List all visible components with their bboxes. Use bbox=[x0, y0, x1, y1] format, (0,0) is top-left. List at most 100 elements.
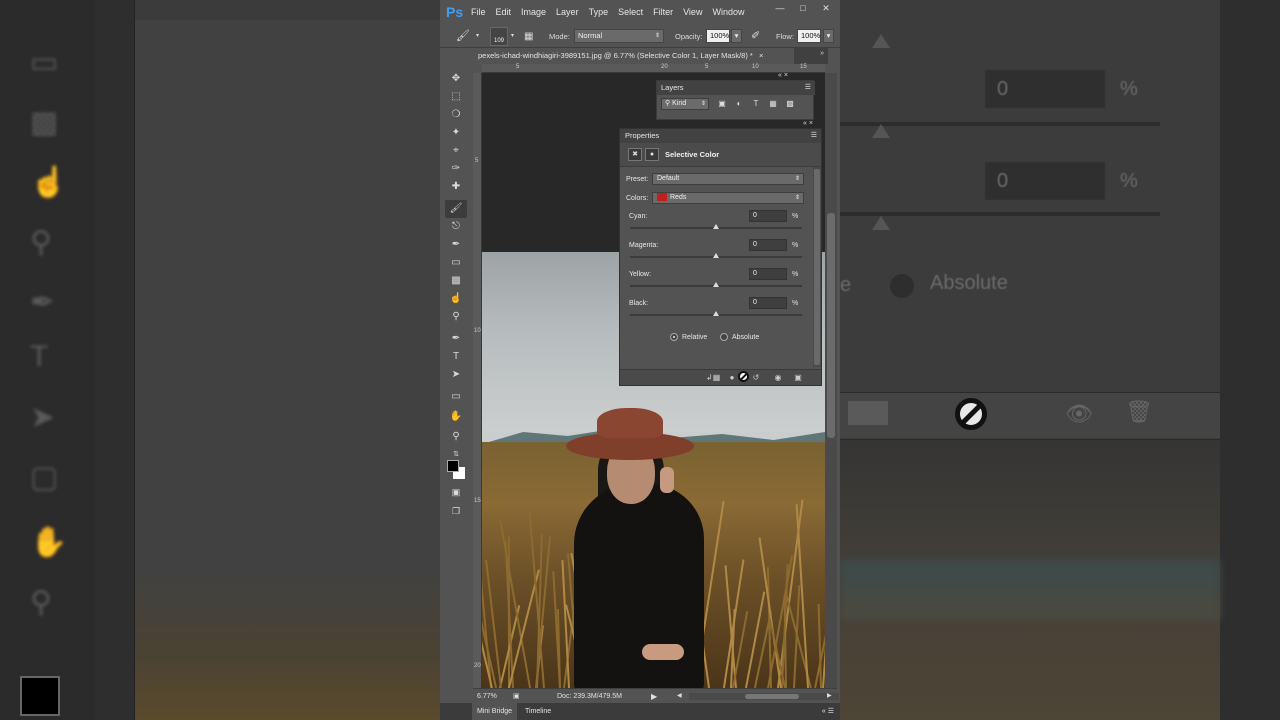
screen-mode-icon[interactable]: ❐ bbox=[445, 502, 467, 520]
trash-icon[interactable]: ▣ bbox=[792, 372, 804, 384]
absolute-radio[interactable] bbox=[720, 333, 728, 341]
colors-select[interactable]: Reds ⇕ bbox=[652, 192, 804, 204]
pressure-opacity-icon[interactable]: ✐ bbox=[751, 25, 760, 48]
cyan-slider[interactable] bbox=[630, 224, 802, 229]
flow-field[interactable]: 100% bbox=[797, 29, 821, 43]
black-slider[interactable] bbox=[630, 311, 802, 316]
menu-file[interactable]: File bbox=[466, 0, 491, 25]
yellow-slider[interactable] bbox=[630, 282, 802, 287]
type-icon[interactable]: T bbox=[749, 97, 763, 111]
collapse-icon[interactable]: « × bbox=[803, 120, 813, 127]
chevron-down-icon[interactable]: ▾ bbox=[476, 25, 479, 48]
status-menu-arrow-icon[interactable]: ▶ bbox=[651, 689, 657, 704]
crop-tool-icon[interactable]: ⌖ bbox=[445, 142, 467, 160]
type-icon: T bbox=[30, 340, 49, 373]
yellow-value-field[interactable]: 0 bbox=[749, 268, 787, 280]
smart-object-icon[interactable]: ▩ bbox=[783, 97, 797, 111]
scroll-left-icon[interactable]: ◀ bbox=[677, 689, 682, 704]
flow-dropdown[interactable]: ▾ bbox=[823, 29, 834, 43]
type-tool-icon[interactable]: T bbox=[445, 348, 467, 366]
properties-scrollbar[interactable] bbox=[813, 167, 821, 367]
menu-window[interactable]: Window bbox=[707, 0, 749, 25]
brush-tool-icon[interactable]: 🖌 bbox=[456, 25, 470, 48]
quick-mask-icon[interactable]: ▣ bbox=[445, 483, 467, 501]
brush-size-picker[interactable]: 109 bbox=[490, 27, 508, 46]
path-selection-tool-icon[interactable]: ➤ bbox=[445, 366, 467, 384]
close-button[interactable]: ✕ bbox=[816, 2, 836, 16]
collapse-icon[interactable]: « × bbox=[778, 72, 788, 79]
magenta-slider[interactable] bbox=[630, 253, 802, 258]
close-tab-icon[interactable]: × bbox=[759, 51, 763, 60]
menu-filter[interactable]: Filter bbox=[648, 0, 678, 25]
history-brush-tool-icon[interactable]: ✒ bbox=[445, 236, 467, 254]
horizontal-scrollbar[interactable] bbox=[689, 693, 839, 700]
adjustment-icon[interactable]: ◐ bbox=[732, 97, 746, 111]
hand-tool-icon[interactable]: ✋ bbox=[445, 408, 467, 426]
image-icon[interactable]: ▣ bbox=[715, 97, 729, 111]
cyan-slider-thumb[interactable] bbox=[713, 224, 719, 229]
yellow-slider-thumb[interactable] bbox=[713, 282, 719, 287]
tab-timeline[interactable]: Timeline bbox=[520, 703, 556, 720]
rectangle-tool-icon[interactable]: ▭ bbox=[445, 388, 467, 406]
scrollbar-thumb[interactable] bbox=[745, 694, 799, 699]
mode-select[interactable]: Normal ⇕ bbox=[574, 29, 664, 43]
opacity-dropdown[interactable]: ▾ bbox=[731, 29, 742, 43]
opacity-field[interactable]: 100% bbox=[706, 29, 730, 43]
blocked-cursor-icon bbox=[955, 398, 987, 430]
collapse-panels-icon[interactable]: » bbox=[820, 50, 824, 57]
eyedropper-tool-icon[interactable]: ✑ bbox=[445, 160, 467, 178]
scroll-right-icon[interactable]: ▶ bbox=[827, 689, 832, 704]
marquee-tool-icon[interactable]: ⬚ bbox=[445, 88, 467, 106]
smudge-tool-icon[interactable]: ☝ bbox=[445, 290, 467, 308]
visibility-icon[interactable]: ◉ bbox=[772, 372, 784, 384]
preset-select[interactable]: Default ⇕ bbox=[652, 173, 804, 185]
clip-to-layer-icon[interactable]: ↲▦ bbox=[706, 372, 720, 384]
scrollbar-thumb[interactable] bbox=[814, 169, 820, 365]
cyan-value-field[interactable]: 0 bbox=[749, 210, 787, 222]
document-tab[interactable]: pexels-ichad-windhiagiri-3989151.jpg @ 6… bbox=[474, 48, 794, 64]
menu-image[interactable]: Image bbox=[516, 0, 551, 25]
pen-tool-icon[interactable]: ✒ bbox=[445, 330, 467, 348]
export-icon[interactable]: ▣ bbox=[513, 689, 520, 704]
brush-tool-icon[interactable]: 🖌 bbox=[445, 200, 467, 218]
layer-filter-kind[interactable]: ⚲ Kind ⇕ bbox=[661, 98, 709, 110]
maximize-button[interactable]: □ bbox=[793, 2, 813, 16]
black-slider-thumb[interactable] bbox=[713, 311, 719, 316]
dodge-tool-icon[interactable]: ⚲ bbox=[445, 308, 467, 326]
menu-layer[interactable]: Layer bbox=[551, 0, 584, 25]
paint-bucket-tool-icon[interactable]: ▩ bbox=[445, 272, 467, 290]
panel-menu-icon[interactable]: ☰ bbox=[811, 129, 817, 143]
magenta-value-field[interactable]: 0 bbox=[749, 239, 787, 251]
shape-icon[interactable]: ▦ bbox=[766, 97, 780, 111]
menu-edit[interactable]: Edit bbox=[491, 0, 517, 25]
reset-icon[interactable]: ↺ bbox=[750, 372, 762, 384]
lasso-tool-icon[interactable]: ❍ bbox=[445, 106, 467, 124]
menu-view[interactable]: View bbox=[678, 0, 707, 25]
magenta-slider-thumb[interactable] bbox=[713, 253, 719, 258]
brush-size-value: 109 bbox=[493, 38, 504, 44]
black-value-field[interactable]: 0 bbox=[749, 297, 787, 309]
zoom-tool-icon[interactable]: ⚲ bbox=[445, 428, 467, 446]
menu-type[interactable]: Type bbox=[584, 0, 614, 25]
adjustment-icon[interactable]: ✖ bbox=[628, 148, 642, 161]
chevron-down-icon[interactable]: ▾ bbox=[511, 25, 514, 48]
color-swatches[interactable] bbox=[447, 458, 467, 479]
foreground-color-swatch[interactable] bbox=[447, 460, 459, 472]
minimize-button[interactable]: — bbox=[770, 2, 790, 16]
move-tool-icon[interactable]: ✥ bbox=[445, 70, 467, 88]
panel-menu-icon[interactable]: ☰ bbox=[805, 81, 811, 95]
scrollbar-thumb[interactable] bbox=[827, 213, 835, 438]
view-previous-icon[interactable]: ● bbox=[726, 372, 738, 384]
eraser-tool-icon[interactable]: ▭ bbox=[445, 254, 467, 272]
zoom-level[interactable]: 6.77% bbox=[477, 689, 497, 704]
brush-panel-icon[interactable]: ▦ bbox=[524, 25, 533, 48]
relative-radio[interactable] bbox=[670, 333, 678, 341]
tab-mini-bridge[interactable]: Mini Bridge bbox=[472, 703, 518, 720]
clone-stamp-tool-icon[interactable]: ⎋ bbox=[445, 218, 467, 236]
collapse-icon[interactable]: « ☰ bbox=[822, 703, 834, 720]
healing-brush-tool-icon[interactable]: ✚ bbox=[445, 178, 467, 196]
quick-select-tool-icon[interactable]: ✦ bbox=[445, 124, 467, 142]
vertical-scrollbar[interactable] bbox=[825, 73, 837, 688]
mask-icon[interactable]: ● bbox=[645, 148, 659, 161]
menu-select[interactable]: Select bbox=[613, 0, 648, 25]
